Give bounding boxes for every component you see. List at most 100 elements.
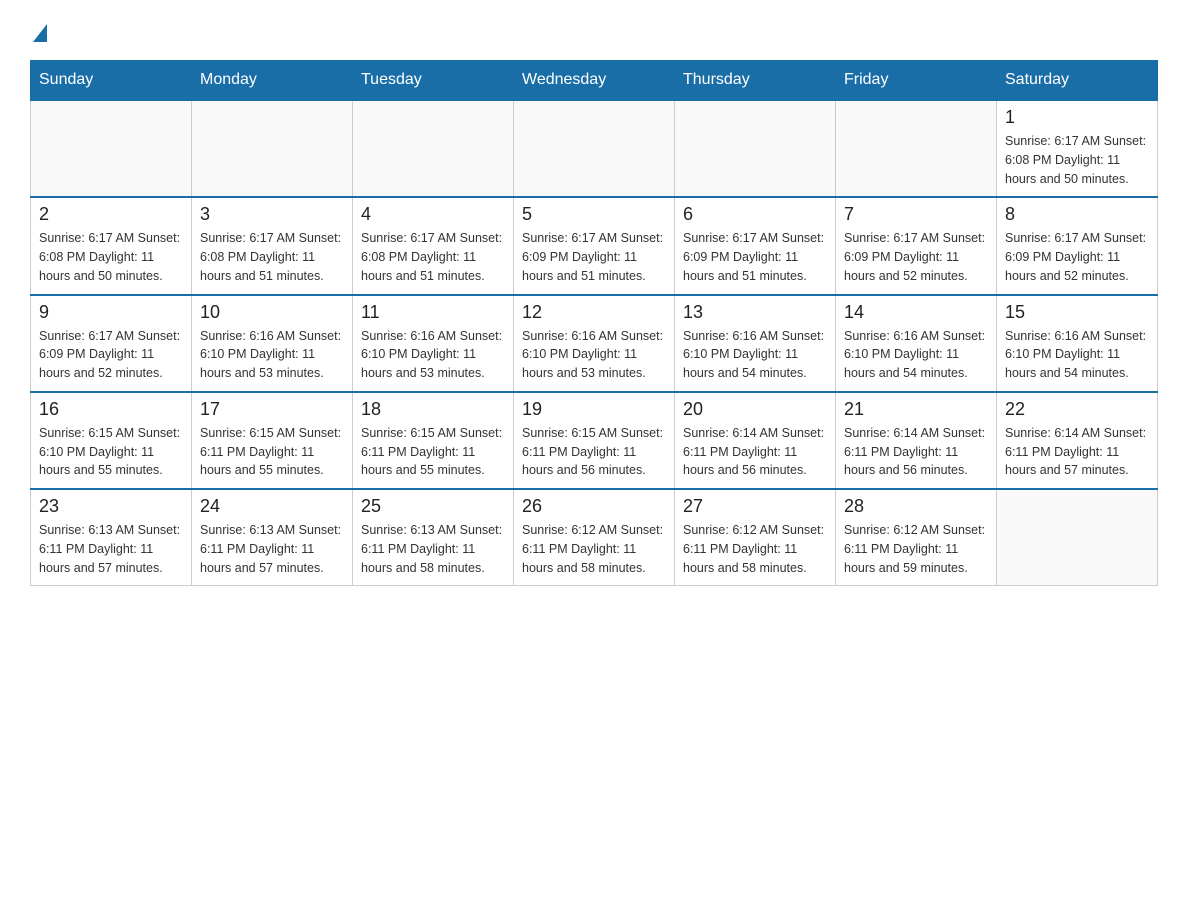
day-number: 12 <box>522 302 666 323</box>
day-info: Sunrise: 6:12 AM Sunset: 6:11 PM Dayligh… <box>844 521 988 577</box>
day-number: 19 <box>522 399 666 420</box>
calendar-cell: 14 Sunrise: 6:16 AM Sunset: 6:10 PM Dayli… <box>836 295 997 392</box>
column-header-friday: Friday <box>836 61 997 101</box>
day-number: 13 <box>683 302 827 323</box>
column-header-saturday: Saturday <box>997 61 1158 101</box>
day-info: Sunrise: 6:15 AM Sunset: 6:11 PM Dayligh… <box>522 424 666 480</box>
page-header <box>30 20 1158 40</box>
column-header-monday: Monday <box>192 61 353 101</box>
calendar-cell: 27Sunrise: 6:12 AM Sunset: 6:11 PM Dayli… <box>675 489 836 586</box>
calendar-cell: 10 Sunrise: 6:16 AM Sunset: 6:10 PM Dayli… <box>192 295 353 392</box>
calendar-header-row: SundayMondayTuesdayWednesdayThursdayFrid… <box>31 61 1158 101</box>
day-info: Sunrise: 6:14 AM Sunset: 6:11 PM Dayligh… <box>683 424 827 480</box>
logo-triangle-icon <box>33 24 47 42</box>
calendar-cell <box>997 489 1158 586</box>
day-number: 2 <box>39 204 183 225</box>
day-number: 5 <box>522 204 666 225</box>
calendar-cell: 18 Sunrise: 6:15 AM Sunset: 6:11 PM Dayli… <box>353 392 514 489</box>
day-info: Sunrise: 6:16 AM Sunset: 6:10 PM Dayligh… <box>683 327 827 383</box>
day-info: Sunrise: 6:15 AM Sunset: 6:11 PM Dayligh… <box>200 424 344 480</box>
day-number: 14 <box>844 302 988 323</box>
calendar-cell: 17 Sunrise: 6:15 AM Sunset: 6:11 PM Dayli… <box>192 392 353 489</box>
day-info: Sunrise: 6:13 AM Sunset: 6:11 PM Dayligh… <box>39 521 183 577</box>
calendar-table: SundayMondayTuesdayWednesdayThursdayFrid… <box>30 60 1158 586</box>
day-number: 6 <box>683 204 827 225</box>
column-header-tuesday: Tuesday <box>353 61 514 101</box>
column-header-thursday: Thursday <box>675 61 836 101</box>
calendar-cell <box>192 100 353 197</box>
calendar-cell: 7 Sunrise: 6:17 AM Sunset: 6:09 PM Daylig… <box>836 197 997 294</box>
day-number: 23 <box>39 496 183 517</box>
calendar-cell: 19 Sunrise: 6:15 AM Sunset: 6:11 PM Dayli… <box>514 392 675 489</box>
day-number: 18 <box>361 399 505 420</box>
day-number: 25 <box>361 496 505 517</box>
day-info: Sunrise: 6:15 AM Sunset: 6:11 PM Dayligh… <box>361 424 505 480</box>
calendar-cell: 5 Sunrise: 6:17 AM Sunset: 6:09 PM Daylig… <box>514 197 675 294</box>
day-number: 26 <box>522 496 666 517</box>
calendar-cell: 1Sunrise: 6:17 AM Sunset: 6:08 PM Daylig… <box>997 100 1158 197</box>
calendar-cell <box>514 100 675 197</box>
day-number: 8 <box>1005 204 1149 225</box>
calendar-cell: 24 Sunrise: 6:13 AM Sunset: 6:11 PM Dayli… <box>192 489 353 586</box>
day-info: Sunrise: 6:17 AM Sunset: 6:09 PM Dayligh… <box>522 229 666 285</box>
day-info: Sunrise: 6:17 AM Sunset: 6:08 PM Dayligh… <box>361 229 505 285</box>
day-number: 21 <box>844 399 988 420</box>
day-number: 7 <box>844 204 988 225</box>
day-info: Sunrise: 6:14 AM Sunset: 6:11 PM Dayligh… <box>1005 424 1149 480</box>
calendar-cell: 13 Sunrise: 6:16 AM Sunset: 6:10 PM Dayli… <box>675 295 836 392</box>
calendar-cell: 25 Sunrise: 6:13 AM Sunset: 6:11 PM Dayli… <box>353 489 514 586</box>
calendar-cell: 26 Sunrise: 6:12 AM Sunset: 6:11 PM Dayli… <box>514 489 675 586</box>
day-number: 9 <box>39 302 183 323</box>
day-info: Sunrise: 6:14 AM Sunset: 6:11 PM Dayligh… <box>844 424 988 480</box>
day-info: Sunrise: 6:12 AM Sunset: 6:11 PM Dayligh… <box>522 521 666 577</box>
day-info: Sunrise: 6:16 AM Sunset: 6:10 PM Dayligh… <box>844 327 988 383</box>
day-number: 1 <box>1005 107 1149 128</box>
calendar-cell: 6Sunrise: 6:17 AM Sunset: 6:09 PM Daylig… <box>675 197 836 294</box>
calendar-cell: 3 Sunrise: 6:17 AM Sunset: 6:08 PM Daylig… <box>192 197 353 294</box>
day-info: Sunrise: 6:16 AM Sunset: 6:10 PM Dayligh… <box>522 327 666 383</box>
day-info: Sunrise: 6:13 AM Sunset: 6:11 PM Dayligh… <box>200 521 344 577</box>
day-info: Sunrise: 6:17 AM Sunset: 6:08 PM Dayligh… <box>39 229 183 285</box>
day-number: 28 <box>844 496 988 517</box>
day-number: 24 <box>200 496 344 517</box>
calendar-cell: 23 Sunrise: 6:13 AM Sunset: 6:11 PM Dayli… <box>31 489 192 586</box>
calendar-cell: 4 Sunrise: 6:17 AM Sunset: 6:08 PM Daylig… <box>353 197 514 294</box>
week-row-1: 1Sunrise: 6:17 AM Sunset: 6:08 PM Daylig… <box>31 100 1158 197</box>
day-number: 10 <box>200 302 344 323</box>
day-number: 20 <box>683 399 827 420</box>
calendar-cell <box>675 100 836 197</box>
calendar-cell: 21 Sunrise: 6:14 AM Sunset: 6:11 PM Dayli… <box>836 392 997 489</box>
day-info: Sunrise: 6:16 AM Sunset: 6:10 PM Dayligh… <box>200 327 344 383</box>
day-info: Sunrise: 6:12 AM Sunset: 6:11 PM Dayligh… <box>683 521 827 577</box>
week-row-2: 2 Sunrise: 6:17 AM Sunset: 6:08 PM Daylig… <box>31 197 1158 294</box>
calendar-cell <box>836 100 997 197</box>
column-header-sunday: Sunday <box>31 61 192 101</box>
day-info: Sunrise: 6:15 AM Sunset: 6:10 PM Dayligh… <box>39 424 183 480</box>
day-number: 4 <box>361 204 505 225</box>
calendar-cell <box>353 100 514 197</box>
day-number: 3 <box>200 204 344 225</box>
calendar-cell: 11 Sunrise: 6:16 AM Sunset: 6:10 PM Dayli… <box>353 295 514 392</box>
calendar-cell: 22 Sunrise: 6:14 AM Sunset: 6:11 PM Dayli… <box>997 392 1158 489</box>
calendar-cell: 20 Sunrise: 6:14 AM Sunset: 6:11 PM Dayli… <box>675 392 836 489</box>
day-info: Sunrise: 6:17 AM Sunset: 6:08 PM Dayligh… <box>200 229 344 285</box>
calendar-cell: 28 Sunrise: 6:12 AM Sunset: 6:11 PM Dayli… <box>836 489 997 586</box>
day-info: Sunrise: 6:17 AM Sunset: 6:09 PM Dayligh… <box>1005 229 1149 285</box>
day-info: Sunrise: 6:17 AM Sunset: 6:09 PM Dayligh… <box>39 327 183 383</box>
day-number: 11 <box>361 302 505 323</box>
day-number: 16 <box>39 399 183 420</box>
column-header-wednesday: Wednesday <box>514 61 675 101</box>
day-number: 17 <box>200 399 344 420</box>
day-info: Sunrise: 6:16 AM Sunset: 6:10 PM Dayligh… <box>1005 327 1149 383</box>
week-row-5: 23 Sunrise: 6:13 AM Sunset: 6:11 PM Dayli… <box>31 489 1158 586</box>
day-info: Sunrise: 6:13 AM Sunset: 6:11 PM Dayligh… <box>361 521 505 577</box>
calendar-cell: 2 Sunrise: 6:17 AM Sunset: 6:08 PM Daylig… <box>31 197 192 294</box>
calendar-cell <box>31 100 192 197</box>
week-row-4: 16 Sunrise: 6:15 AM Sunset: 6:10 PM Dayli… <box>31 392 1158 489</box>
day-info: Sunrise: 6:17 AM Sunset: 6:09 PM Dayligh… <box>844 229 988 285</box>
calendar-cell: 16 Sunrise: 6:15 AM Sunset: 6:10 PM Dayli… <box>31 392 192 489</box>
logo <box>30 20 47 40</box>
day-number: 22 <box>1005 399 1149 420</box>
week-row-3: 9 Sunrise: 6:17 AM Sunset: 6:09 PM Daylig… <box>31 295 1158 392</box>
day-info: Sunrise: 6:16 AM Sunset: 6:10 PM Dayligh… <box>361 327 505 383</box>
